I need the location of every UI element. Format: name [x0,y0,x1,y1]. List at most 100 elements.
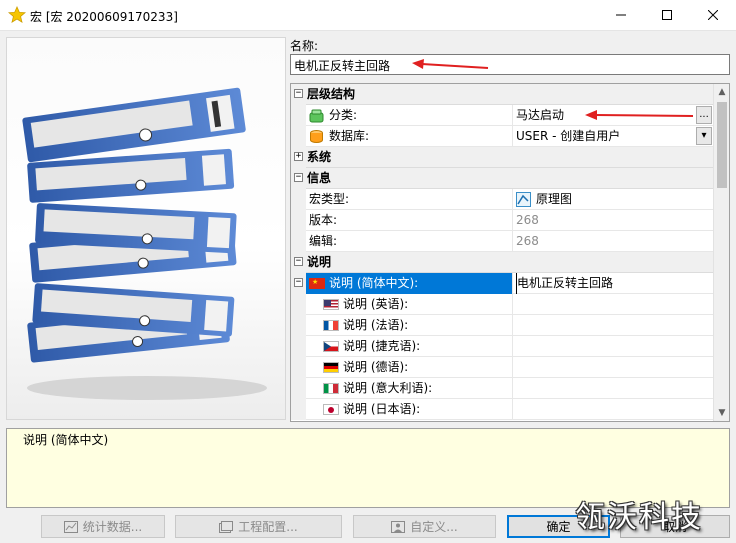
name-input[interactable]: 电机正反转主回路 [290,54,730,75]
column-divider [512,357,513,378]
custom-button[interactable]: 自定义... [353,515,496,538]
desc-jp-value[interactable] [516,399,691,420]
macro-preview-image [6,37,286,420]
annotation-arrow [412,59,489,69]
desc-fr-value[interactable] [516,315,691,336]
jp-flag-icon [323,404,339,415]
database-value[interactable]: USER - 创建自用户 [516,126,691,147]
property-row-version[interactable]: 版本: 268 [291,210,714,231]
project-config-label: 工程配置... [238,520,298,534]
column-divider [512,315,513,336]
annotation-arrow [585,110,694,120]
statistics-button[interactable]: 统计数据... [41,515,165,538]
row-gutter: − [291,84,306,105]
project-config-button[interactable]: 工程配置... [175,515,342,538]
property-name: 编辑: [309,234,338,248]
desc-de-value[interactable] [516,357,691,378]
name-input-value: 电机正反转主回路 [294,59,391,73]
chart-icon [63,520,78,533]
property-name: 说明 (简体中文): [329,276,419,290]
column-divider [512,294,513,315]
property-row-desc-it[interactable]: 说明 (意大利语): [291,378,714,399]
property-name: 数据库: [329,129,370,143]
category-label: 信息 [307,171,332,185]
macro-type-value[interactable]: 原理图 [536,189,711,210]
row-gutter [291,294,306,315]
statistics-label: 统计数据... [82,520,143,534]
property-name: 版本: [309,213,338,227]
fr-flag-icon [323,320,339,331]
minimize-button[interactable] [598,0,644,30]
desc-en-value[interactable] [516,294,691,315]
category-info[interactable]: − 信息 [291,168,714,189]
property-row-desc-zh[interactable]: − ★ 说明 (简体中文): 电机正反转主回路 [291,273,714,294]
property-row-desc-fr[interactable]: 说明 (法语): [291,315,714,336]
binders-stack-illustration [22,87,267,400]
vertical-scrollbar[interactable]: ▲ ▼ [713,84,729,421]
maximize-icon [662,10,672,20]
column-divider [512,273,513,294]
row-gutter [291,126,306,147]
expand-icon[interactable]: + [294,152,303,161]
category-hierarchy[interactable]: − 层级结构 [291,84,714,105]
row-gutter [291,231,306,252]
row-gutter [291,378,306,399]
cz-flag-icon [323,341,339,352]
category-label: 系统 [307,150,332,164]
property-name: 宏类型: [309,192,350,206]
column-divider [512,210,513,231]
name-label: 名称: [290,39,319,53]
browse-button[interactable]: ... [696,106,712,124]
column-divider [512,399,513,420]
minimize-icon [616,14,626,16]
desc-cz-value[interactable] [516,336,691,357]
scroll-down-icon[interactable]: ▼ [714,405,729,421]
description-text: 说明 (简体中文) [23,433,109,447]
row-gutter [291,189,306,210]
column-divider [512,126,513,147]
collapse-icon[interactable]: − [294,257,303,266]
scroll-thumb[interactable] [717,102,727,188]
title-bar: 宏 [宏 20200609170233] [0,0,736,31]
category-description[interactable]: − 说明 [291,252,714,273]
property-row-edit[interactable]: 编辑: 268 [291,231,714,252]
desc-it-value[interactable] [516,378,691,399]
property-row-desc-en[interactable]: 说明 (英语): [291,294,714,315]
collapse-icon[interactable]: − [294,278,303,287]
schematic-icon [516,192,531,207]
row-gutter: − [291,273,306,294]
row-gutter: − [291,168,306,189]
row-gutter: − [291,252,306,273]
close-icon [708,10,718,20]
close-button[interactable] [690,0,736,30]
maximize-button[interactable] [644,0,690,30]
collapse-icon[interactable]: − [294,89,303,98]
collapse-icon[interactable]: − [294,173,303,182]
column-divider [512,231,513,252]
category-icon [309,109,324,123]
database-icon [310,130,323,143]
edit-value: 268 [516,234,539,248]
property-row-desc-de[interactable]: 说明 (德语): [291,357,714,378]
us-flag-icon [323,299,339,310]
de-flag-icon [323,362,339,373]
row-gutter [291,357,306,378]
watermark: 瓴沃科技 [575,500,703,535]
dropdown-button[interactable]: ▾ [696,127,712,145]
row-gutter [291,210,306,231]
cn-flag-icon: ★ [309,278,325,289]
property-grid[interactable]: − 层级结构 分类: 马达启动 ... 数据库: USER - 创建自用户 ▾ … [290,83,730,422]
property-row-database[interactable]: 数据库: USER - 创建自用户 ▾ [291,126,714,147]
row-gutter [291,105,306,126]
property-row-desc-cz[interactable]: 说明 (捷克语): [291,336,714,357]
version-value: 268 [516,213,539,227]
project-icon [219,520,234,533]
property-row-desc-jp[interactable]: 说明 (日本语): [291,399,714,420]
row-gutter [291,336,306,357]
category-system[interactable]: + 系统 [291,147,714,168]
scroll-up-icon[interactable]: ▲ [714,84,729,100]
property-row-macro-type[interactable]: 宏类型: 原理图 [291,189,714,210]
category-label: 说明 [307,255,332,269]
column-divider [512,378,513,399]
desc-zh-value[interactable]: 电机正反转主回路 [516,273,691,294]
